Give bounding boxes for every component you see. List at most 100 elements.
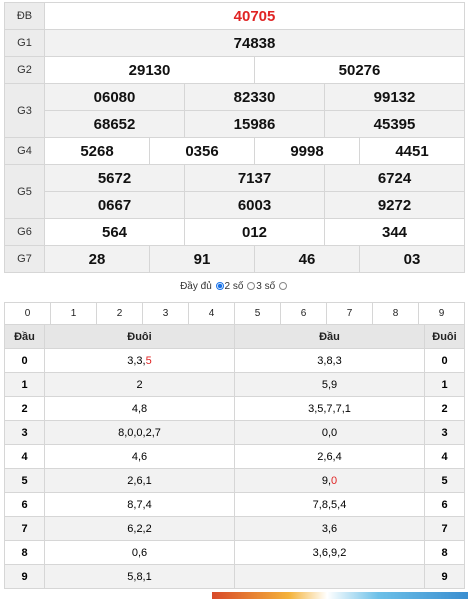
col-duoi: Đuôi: [44, 324, 235, 349]
prize-g5-value: 6003: [184, 191, 325, 219]
digit-list: 5: [21, 474, 28, 487]
row-key-left: 6: [4, 492, 45, 517]
head-digits: 3,6,9,2: [234, 540, 425, 565]
head-tail-row: 0 3,3,5 3,8,3 0: [4, 348, 465, 373]
head-digits: 3,6: [234, 516, 425, 541]
digit-list: 0: [21, 354, 28, 367]
head-tail-row: 1 2 5,9 1: [4, 372, 465, 397]
digit-list: 3,5,7,7,1: [308, 402, 351, 415]
prize-g2-value: 29130: [44, 56, 255, 84]
digit-list: 3: [21, 426, 28, 439]
prize-g4-value: 9998: [254, 137, 360, 165]
digit-list: 2,6,4: [317, 450, 342, 463]
mode-full-radio[interactable]: [215, 282, 224, 290]
head-tail-row: 2 4,8 3,5,7,7,1 2: [4, 396, 465, 421]
head-digits: 9,0: [234, 468, 425, 493]
mode-three-radio[interactable]: [278, 282, 287, 290]
digit-filter-row: 0 1 2 3 4 5 6 7 8 9: [4, 302, 465, 325]
head-digits: 7,8,5,4: [234, 492, 425, 517]
row-g5b: 0667 6003 9272: [5, 191, 465, 219]
prize-g5-value: 9272: [324, 191, 465, 219]
digit-list: 1: [21, 378, 28, 391]
head-tail-row: 4 4,6 2,6,4 4: [4, 444, 465, 469]
digit-list: 0,0: [321, 426, 338, 439]
prize-g3-value: 99132: [324, 83, 465, 111]
mode-full-label: Đầy đủ: [180, 281, 212, 292]
digit-list: 8: [21, 546, 28, 559]
prize-g5-value: 0667: [44, 191, 185, 219]
bottom-banner-image: [212, 592, 468, 599]
prize-g7-value: 03: [359, 245, 465, 273]
head-tail-header: Đầu Đuôi Đầu Đuôi: [4, 324, 465, 349]
row-key-right: 0: [424, 348, 465, 373]
digit-list: 3,6,9,2: [312, 546, 347, 559]
digit-list: 7,8,5,4: [312, 498, 347, 511]
row-key-left: 8: [4, 540, 45, 565]
digit-list: 6,2,2: [127, 522, 152, 535]
digit-filter-9[interactable]: 9: [418, 302, 465, 325]
digit-list: 3,3,: [127, 354, 146, 367]
row-key-right: 5: [424, 468, 465, 493]
row-db: ĐB 40705: [4, 2, 465, 30]
digit-filter-1[interactable]: 1: [50, 302, 97, 325]
digit-filter-7[interactable]: 7: [326, 302, 373, 325]
digit-filter-3[interactable]: 3: [142, 302, 189, 325]
prize-label-db: ĐB: [4, 2, 45, 30]
head-tail-row: 7 6,2,2 3,6 7: [4, 516, 465, 541]
tail-digits: 4,6: [44, 444, 235, 469]
prize-g1-value: 74838: [44, 29, 465, 57]
head-digits: [234, 564, 425, 589]
digit-list: 7: [21, 522, 28, 535]
row-key-right: 8: [424, 540, 465, 565]
head-digits: 5,9: [234, 372, 425, 397]
digit-list: 5,8,1: [127, 570, 152, 583]
row-g7: G7 28 91 46 03: [4, 245, 465, 273]
digit-filter-8[interactable]: 8: [372, 302, 419, 325]
row-key-right: 7: [424, 516, 465, 541]
tail-digits: 6,2,2: [44, 516, 235, 541]
row-key-left: 5: [4, 468, 45, 493]
prize-g3-value: 68652: [44, 110, 185, 138]
prize-label-g4: G4: [4, 137, 45, 165]
row-key-right: 3: [424, 420, 465, 445]
row-key-right: 9: [424, 564, 465, 589]
prize-g7-value: 46: [254, 245, 360, 273]
digit-list: 1: [441, 378, 448, 391]
head-digits: 2,6,4: [234, 444, 425, 469]
digit-list: 4: [441, 450, 448, 463]
prize-g3-value: 45395: [324, 110, 465, 138]
digit-list: 0,6: [131, 546, 148, 559]
head-tail-row: 6 8,7,4 7,8,5,4 6: [4, 492, 465, 517]
row-g5: G5 5672 7137 6724: [4, 164, 465, 219]
digit-filter-5[interactable]: 5: [234, 302, 281, 325]
row-key-right: 2: [424, 396, 465, 421]
col-dau-left: Đầu: [4, 324, 45, 349]
digit-filter-0[interactable]: 0: [4, 302, 51, 325]
mode-two-radio[interactable]: [247, 282, 256, 290]
prize-g4-value: 4451: [359, 137, 465, 165]
digit-list: 3,6: [321, 522, 338, 535]
digit-list: 8,0,0,2,7: [118, 426, 161, 439]
digit-filter-6[interactable]: 6: [280, 302, 327, 325]
prize-g6-value: 564: [44, 218, 185, 246]
tail-digits: 2: [44, 372, 235, 397]
col-duoi-right: Đuôi: [424, 324, 465, 349]
digit-list: 4: [21, 450, 28, 463]
digit-list: 2: [441, 402, 448, 415]
row-key-right: 4: [424, 444, 465, 469]
row-g3: G3 06080 82330 99132: [4, 83, 465, 138]
digit-list: 7: [441, 522, 448, 535]
digit-filter-4[interactable]: 4: [188, 302, 235, 325]
digit-list: 4,8: [131, 402, 148, 415]
prize-g4-value: 0356: [149, 137, 255, 165]
digit-list: 3: [441, 426, 448, 439]
digit-filter-2[interactable]: 2: [96, 302, 143, 325]
tail-digits: 5,8,1: [44, 564, 235, 589]
highlight-digit: 5: [145, 354, 152, 367]
row-g2: G2 29130 50276: [4, 56, 465, 84]
digit-list: 8: [441, 546, 448, 559]
col-dau: Đầu: [234, 324, 425, 349]
prize-label-g6: G6: [4, 218, 45, 246]
tail-digits: 8,7,4: [44, 492, 235, 517]
prize-label-g5: G5: [4, 164, 45, 219]
